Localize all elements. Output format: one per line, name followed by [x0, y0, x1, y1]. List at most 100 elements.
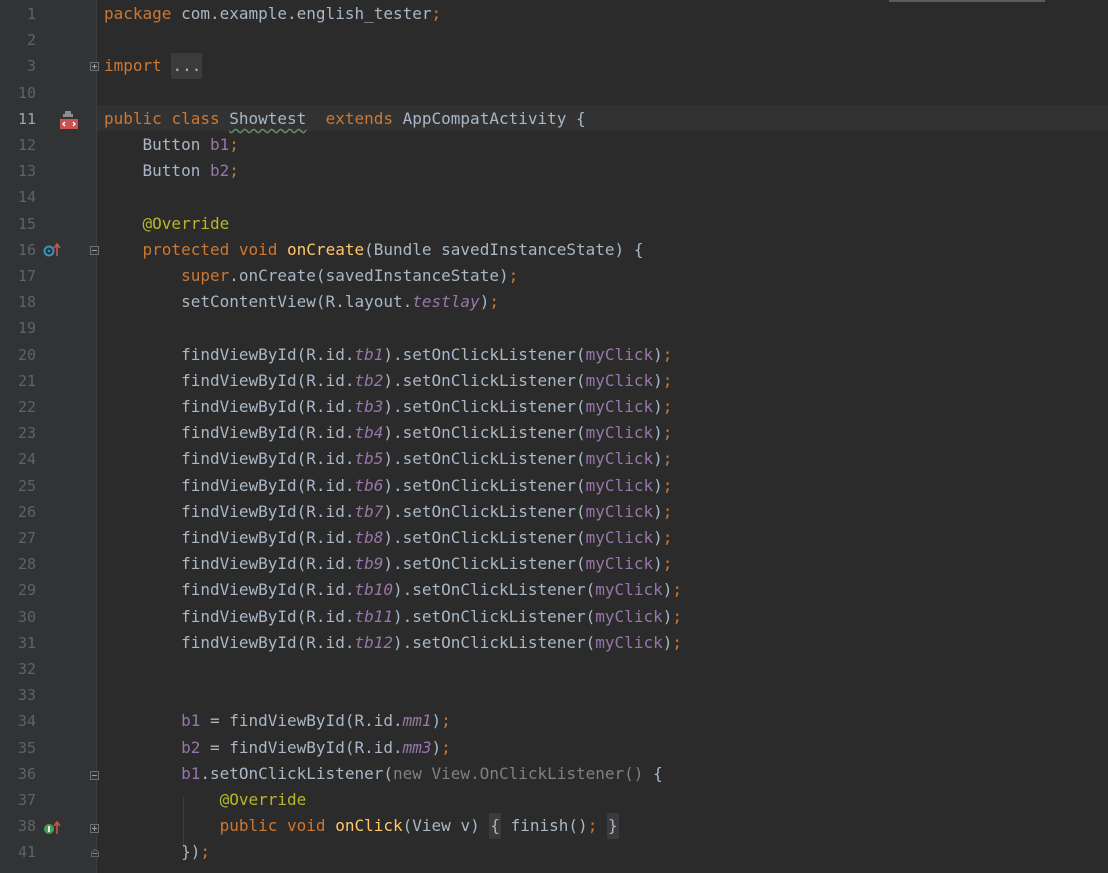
- gutter-line[interactable]: 24: [0, 446, 96, 472]
- folded-code-placeholder[interactable]: }: [606, 813, 619, 839]
- editor-gutter[interactable]: 1 2 3 10 11 12 13 14 15 16 17 18 19 20 21 22 23 24 25 26 27 2…: [0, 0, 99, 873]
- code-line[interactable]: findViewById(R.id.tb5).setOnClickListene…: [104, 446, 672, 472]
- code-line[interactable]: public void onClick(View v) { finish(); …: [104, 813, 619, 839]
- gutter-line[interactable]: 23: [0, 420, 96, 446]
- code-token: @Override: [142, 214, 230, 233]
- code-line[interactable]: Button b1;: [104, 132, 239, 158]
- gutter-line[interactable]: 36: [0, 761, 96, 787]
- code-line[interactable]: findViewById(R.id.tb3).setOnClickListene…: [104, 394, 672, 420]
- code-token: ;: [662, 397, 673, 416]
- code-line[interactable]: findViewById(R.id.tb6).setOnClickListene…: [104, 473, 672, 499]
- code-line[interactable]: findViewById(R.id.tb8).setOnClickListene…: [104, 525, 672, 551]
- code-line[interactable]: public class Showtest extends AppCompatA…: [104, 106, 586, 132]
- gutter-line[interactable]: 34: [0, 708, 96, 734]
- code-line[interactable]: findViewById(R.id.tb10).setOnClickListen…: [104, 577, 682, 603]
- gutter-line[interactable]: 11: [0, 106, 96, 132]
- gutter-line[interactable]: 14: [0, 184, 96, 210]
- code-token: findViewById(R.id.: [104, 371, 355, 390]
- gutter-line[interactable]: 18: [0, 289, 96, 315]
- gutter-line[interactable]: 12: [0, 132, 96, 158]
- gutter-line[interactable]: 21: [0, 368, 96, 394]
- line-number: 18: [17, 293, 36, 311]
- gutter-line[interactable]: 22: [0, 394, 96, 420]
- code-line[interactable]: });: [104, 839, 210, 865]
- gutter-line[interactable]: 10: [0, 80, 96, 106]
- gutter-line[interactable]: 29: [0, 577, 96, 603]
- gutter-line[interactable]: 31: [0, 630, 96, 656]
- line-number: 26: [17, 503, 36, 521]
- code-line[interactable]: b1.setOnClickListener(new View.OnClickLi…: [104, 761, 663, 787]
- class-layout-icon[interactable]: [59, 110, 79, 130]
- gutter-line[interactable]: 32: [0, 656, 96, 682]
- code-line[interactable]: findViewById(R.id.tb9).setOnClickListene…: [104, 551, 672, 577]
- code-line[interactable]: protected void onCreate(Bundle savedInst…: [104, 237, 644, 263]
- code-line[interactable]: Button b2;: [104, 158, 239, 184]
- implement-method-icon[interactable]: [43, 819, 63, 837]
- code-token: tb4: [354, 423, 384, 442]
- code-token: myClick: [595, 607, 663, 626]
- gutter-line[interactable]: 25: [0, 473, 96, 499]
- code-token: ;: [229, 135, 239, 154]
- code-token: ): [653, 449, 663, 468]
- gutter-line[interactable]: 13: [0, 158, 96, 184]
- code-token: ;: [662, 423, 673, 442]
- code-token: void: [287, 816, 336, 835]
- gutter-line[interactable]: 1: [0, 1, 96, 27]
- line-number: 30: [17, 608, 36, 626]
- code-token: ): [653, 476, 663, 495]
- code-line[interactable]: import ...: [104, 53, 203, 79]
- folded-code-placeholder[interactable]: {: [489, 813, 501, 839]
- gutter-line[interactable]: 19: [0, 315, 96, 341]
- gutter-line[interactable]: 3: [0, 53, 96, 79]
- gutter-line[interactable]: 41: [0, 839, 96, 865]
- gutter-line[interactable]: 17: [0, 263, 96, 289]
- line-number: 22: [17, 398, 36, 416]
- code-line[interactable]: findViewById(R.id.tb2).setOnClickListene…: [104, 368, 672, 394]
- code-token: ): [431, 711, 442, 730]
- code-line[interactable]: findViewById(R.id.tb11).setOnClickListen…: [104, 604, 682, 630]
- gutter-line[interactable]: 37: [0, 787, 96, 813]
- code-line[interactable]: setContentView(R.layout.testlay);: [104, 289, 499, 315]
- gutter-line[interactable]: 20: [0, 342, 96, 368]
- code-line[interactable]: @Override: [104, 787, 307, 813]
- gutter-line[interactable]: 26: [0, 499, 96, 525]
- gutter-line[interactable]: 27: [0, 525, 96, 551]
- code-token: AppCompatActivity {: [402, 109, 586, 128]
- code-editor[interactable]: 1 2 3 10 11 12 13 14 15 16 17 18 19 20 21 22 23 24 25 26 27 2…: [0, 0, 1108, 873]
- folded-code-placeholder[interactable]: ...: [171, 53, 203, 79]
- line-number: 19: [17, 319, 36, 337]
- code-line[interactable]: super.onCreate(savedInstanceState);: [104, 263, 518, 289]
- override-method-icon[interactable]: [43, 241, 63, 259]
- gutter-line[interactable]: 2: [0, 27, 96, 53]
- code-line[interactable]: b2 = findViewById(R.id.mm3);: [104, 735, 451, 761]
- code-line[interactable]: findViewById(R.id.tb4).setOnClickListene…: [104, 420, 672, 446]
- code-token: ).setOnClickListener(: [383, 397, 586, 416]
- code-token: ).setOnClickListener(: [383, 449, 586, 468]
- code-token: findViewById(R.id.: [104, 554, 355, 573]
- code-line[interactable]: findViewById(R.id.tb12).setOnClickListen…: [104, 630, 682, 656]
- code-token: ;: [662, 371, 673, 390]
- code-area[interactable]: package com.example.english_tester;impor…: [97, 0, 1108, 873]
- line-number: 28: [17, 555, 36, 573]
- code-token: mm1: [402, 711, 432, 730]
- gutter-line[interactable]: 35: [0, 735, 96, 761]
- code-line[interactable]: @Override: [104, 211, 230, 237]
- code-line[interactable]: package com.example.english_tester;: [104, 1, 441, 27]
- code-line[interactable]: b1 = findViewById(R.id.mm1);: [104, 708, 451, 734]
- code-token: tb7: [354, 502, 384, 521]
- code-token: onCreate: [287, 240, 365, 259]
- code-line[interactable]: findViewById(R.id.tb1).setOnClickListene…: [104, 342, 672, 368]
- code-line[interactable]: findViewById(R.id.tb7).setOnClickListene…: [104, 499, 672, 525]
- line-number: 2: [26, 31, 36, 49]
- code-token: class: [171, 109, 230, 128]
- gutter-line[interactable]: 33: [0, 682, 96, 708]
- gutter-line[interactable]: 30: [0, 604, 96, 630]
- code-token: (Bundle savedInstanceState) {: [364, 240, 644, 259]
- line-number: 11: [17, 110, 36, 128]
- gutter-line[interactable]: 28: [0, 551, 96, 577]
- gutter-line[interactable]: 15: [0, 211, 96, 237]
- code-token: ).setOnClickListener(: [383, 502, 586, 521]
